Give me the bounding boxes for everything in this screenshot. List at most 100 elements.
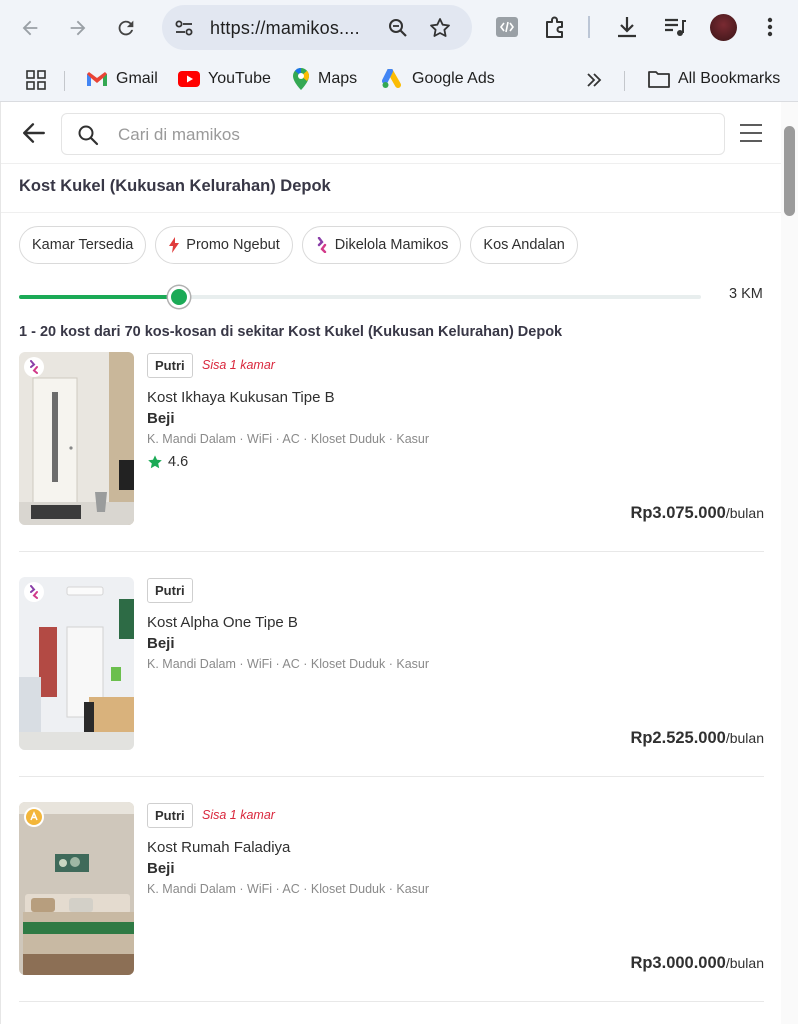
forward-button[interactable] xyxy=(62,12,94,44)
chevron-double-right-icon[interactable] xyxy=(586,72,602,88)
availability-text: Sisa 1 kamar xyxy=(202,358,275,372)
toolbar-divider xyxy=(588,16,590,38)
listing-photo[interactable] xyxy=(19,577,134,750)
arrow-right-icon xyxy=(70,20,86,36)
price-unit: /bulan xyxy=(725,730,764,746)
bookmark-google-ads[interactable]: Google Ads xyxy=(382,66,495,92)
slider-fill xyxy=(19,295,180,299)
listing-card[interactable]: Putri Sisa 1 kamar Kost Rumah Faladiya B… xyxy=(19,802,764,1024)
slider-thumb[interactable] xyxy=(168,286,191,308)
filter-chip-promo-ngebut[interactable]: Promo Ngebut xyxy=(155,226,293,264)
room-photo-bed xyxy=(19,802,134,975)
address-bar[interactable]: https://mamikos.... xyxy=(162,5,472,50)
back-arrow-icon[interactable] xyxy=(21,120,47,146)
bookmarks-divider xyxy=(64,71,65,91)
mamikos-managed-badge xyxy=(24,582,44,602)
listing-photo[interactable] xyxy=(19,352,134,525)
bookmark-youtube[interactable]: YouTube xyxy=(178,66,271,92)
chip-label: Dikelola Mamikos xyxy=(334,237,449,253)
radius-slider[interactable] xyxy=(19,286,701,308)
listing-price: Rp2.525.000/bulan xyxy=(630,729,764,748)
search-icon xyxy=(78,125,99,146)
mamikos-managed-icon xyxy=(30,585,38,599)
lightning-icon xyxy=(169,237,180,253)
scrollbar[interactable] xyxy=(781,102,798,1024)
listing-name[interactable]: Kost Alpha One Tipe B xyxy=(147,614,298,631)
listing-name[interactable]: Kost Rumah Faladiya xyxy=(147,839,290,856)
bookmark-gmail[interactable]: Gmail xyxy=(86,66,158,92)
listing-card[interactable]: Putri Kost Alpha One Tipe B Beji K. Mand… xyxy=(19,577,764,803)
bookmarks-bar: Gmail YouTube Maps Google Ads All Bookma… xyxy=(0,56,798,102)
listing-divider xyxy=(19,551,764,552)
room-photo-bedroom xyxy=(19,577,134,750)
rating-value: 4.6 xyxy=(168,454,189,470)
mamikos-managed-icon xyxy=(317,237,326,253)
listing-name[interactable]: Kost Ikhaya Kukusan Tipe B xyxy=(147,389,335,406)
bookmark-maps[interactable]: Maps xyxy=(292,66,357,92)
google-ads-icon xyxy=(382,69,401,88)
price-amount: Rp2.525.000 xyxy=(630,729,726,747)
youtube-icon xyxy=(178,71,200,87)
download-icon[interactable] xyxy=(614,14,640,40)
listing-area: Beji xyxy=(147,860,175,877)
filter-chip-kamar-tersedia[interactable]: Kamar Tersedia xyxy=(19,226,147,264)
bookmarks-divider xyxy=(624,71,625,91)
folder-icon xyxy=(648,71,670,88)
search-placeholder: Cari di mamikos xyxy=(118,125,240,144)
availability-text: Sisa 1 kamar xyxy=(202,808,275,822)
bookmark-star-icon[interactable] xyxy=(428,16,452,40)
result-count: 1 - 20 kost dari 70 kos-kosan di sekitar… xyxy=(19,324,563,340)
price-unit: /bulan xyxy=(725,955,764,971)
filter-chips: Kamar Tersedia Promo Ngebut Dikelola Mam… xyxy=(19,226,578,264)
listing-area: Beji xyxy=(147,410,175,427)
scrollbar-thumb[interactable] xyxy=(784,126,795,216)
chip-label: Kos Andalan xyxy=(483,237,565,253)
avatar[interactable] xyxy=(710,14,737,41)
listing-area: Beji xyxy=(147,635,175,652)
maps-icon xyxy=(293,68,309,90)
site-settings-icon[interactable] xyxy=(172,16,196,40)
reload-button[interactable] xyxy=(110,12,142,44)
room-photo-door xyxy=(19,352,134,525)
mamikos-managed-icon xyxy=(30,360,38,374)
listing-price: Rp3.000.000/bulan xyxy=(630,954,764,973)
price-unit: /bulan xyxy=(725,505,764,521)
bookmark-label: Google Ads xyxy=(412,70,495,87)
listing-divider xyxy=(19,1001,764,1002)
gender-badge: Putri xyxy=(147,353,193,378)
listing-card[interactable]: Putri Sisa 1 kamar Kost Ikhaya Kukusan T… xyxy=(19,352,764,578)
apps-grid-icon[interactable] xyxy=(26,70,46,90)
devtools-extension-icon[interactable] xyxy=(494,14,520,40)
browser-toolbar: https://mamikos.... xyxy=(0,0,798,56)
reload-icon xyxy=(118,20,134,36)
listing-divider xyxy=(19,776,764,777)
gmail-icon xyxy=(87,72,107,86)
extensions-puzzle-icon[interactable] xyxy=(542,14,568,40)
mamikos-managed-badge xyxy=(24,357,44,377)
hamburger-menu-icon[interactable] xyxy=(739,123,763,143)
filter-chip-kos-andalan[interactable]: Kos Andalan xyxy=(470,226,578,264)
listing-facilities: K. Mandi Dalam · WiFi · AC · Kloset Dudu… xyxy=(147,432,430,446)
media-queue-icon[interactable] xyxy=(662,14,688,40)
listing-photo[interactable] xyxy=(19,802,134,975)
bookmark-label: Maps xyxy=(318,70,358,87)
kos-andalan-badge xyxy=(24,807,44,827)
zoom-icon[interactable] xyxy=(386,16,410,40)
price-amount: Rp3.000.000 xyxy=(630,954,726,972)
page-content: Cari di mamikos Kost Kukel (Kukusan Kelu… xyxy=(0,102,798,1024)
listing-facilities: K. Mandi Dalam · WiFi · AC · Kloset Dudu… xyxy=(147,657,430,671)
chip-label: Promo Ngebut xyxy=(186,237,280,253)
radius-label: 3 KM xyxy=(729,286,763,302)
more-vert-icon[interactable] xyxy=(760,14,780,40)
filter-chip-dikelola-mamikos[interactable]: Dikelola Mamikos xyxy=(301,226,462,264)
back-button[interactable] xyxy=(14,12,46,44)
listing-rating: 4.6 xyxy=(147,454,188,470)
star-icon xyxy=(148,455,162,469)
all-bookmarks[interactable]: All Bookmarks xyxy=(648,66,780,92)
arrow-left-icon xyxy=(22,20,38,36)
price-amount: Rp3.075.000 xyxy=(630,504,726,522)
search-input[interactable]: Cari di mamikos xyxy=(61,113,725,155)
chip-label: Kamar Tersedia xyxy=(32,237,134,253)
listing-price: Rp3.075.000/bulan xyxy=(630,504,764,523)
page-title: Kost Kukel (Kukusan Kelurahan) Depok xyxy=(19,177,331,195)
